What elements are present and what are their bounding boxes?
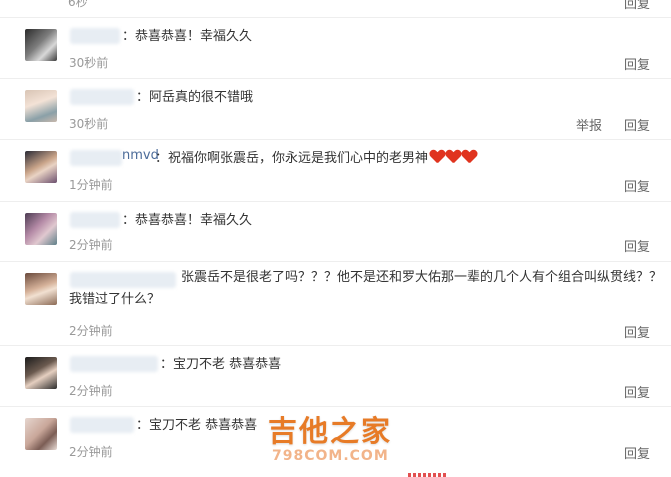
comment-text: ：祝福你啊张震岳，你永远是我们心中的老男神 <box>155 148 476 170</box>
comment-text: ：恭喜恭喜！幸福久久 <box>122 29 253 44</box>
comment-text: ：宝刀不老 恭喜恭喜 <box>160 357 282 372</box>
heart-icon <box>446 150 460 164</box>
comment-text: ：阿岳真的很不错哦 <box>136 90 254 105</box>
user-avatar[interactable] <box>25 90 57 122</box>
reply-button[interactable]: 回复 <box>624 382 650 401</box>
blurred-username[interactable] <box>70 28 120 44</box>
blurred-username[interactable] <box>70 150 122 166</box>
comment-time: 2分钟前 <box>69 384 113 398</box>
previous-comment-footer: 6秒 回复 <box>0 0 671 18</box>
user-avatar[interactable] <box>25 151 57 183</box>
user-avatar[interactable] <box>25 273 57 305</box>
comment-text: ：宝刀不老 恭喜恭喜 <box>136 418 258 433</box>
comment-item: 张震岳不是很老了吗？？？他不是还和罗大佑那一辈的几个人有个组合叫纵贯线？？我错过… <box>0 262 671 346</box>
blurred-username[interactable] <box>70 89 134 105</box>
report-button[interactable]: 举报 <box>576 115 602 134</box>
comment-item: ：恭喜恭喜！幸福久久 30秒前 回复 <box>0 18 671 79</box>
site-watermark: 吉他之家 798COM.COM <box>268 408 428 464</box>
comment-feed: 6秒 回复 ：恭喜恭喜！幸福久久 30秒前 回复 ：阿岳真的很不错哦 30秒前 … <box>0 0 671 477</box>
user-avatar[interactable] <box>25 357 57 389</box>
reply-button[interactable]: 回复 <box>624 322 650 341</box>
reply-button[interactable]: 回复 <box>624 115 650 134</box>
comment-time: 1分钟前 <box>69 178 113 192</box>
decorative-divider <box>408 473 448 477</box>
comment-time: 30秒前 <box>69 56 109 70</box>
reply-button[interactable]: 回复 <box>624 236 650 255</box>
comment-time: 6秒 <box>68 0 88 9</box>
comment-item: ：恭喜恭喜！幸福久久 2分钟前 回复 <box>0 202 671 262</box>
blurred-username[interactable] <box>70 356 158 372</box>
comment-text: 张震岳不是很老了吗？？？他不是还和罗大佑那一辈的几个人有个组合叫纵贯线？？我错过… <box>69 270 663 307</box>
user-avatar[interactable] <box>25 418 57 450</box>
comment-time: 2分钟前 <box>69 324 113 338</box>
watermark-name: 吉他之家 <box>268 414 393 448</box>
comment-time: 30秒前 <box>69 117 109 131</box>
watermark-url: 798COM.COM <box>272 448 389 464</box>
comment-time: 2分钟前 <box>69 445 113 459</box>
comment-text: ：恭喜恭喜！幸福久久 <box>122 213 253 228</box>
user-avatar[interactable] <box>25 29 57 61</box>
comment-username[interactable]: nmvd <box>122 148 159 163</box>
user-avatar[interactable] <box>25 213 57 245</box>
comment-time: 2分钟前 <box>69 238 113 252</box>
heart-icon <box>462 150 476 164</box>
reply-button[interactable]: 回复 <box>624 0 650 12</box>
blurred-username[interactable] <box>70 212 120 228</box>
comment-item: ：阿岳真的很不错哦 30秒前 举报 回复 <box>0 79 671 140</box>
reply-button[interactable]: 回复 <box>624 54 650 73</box>
heart-icon <box>430 150 444 164</box>
blurred-username[interactable] <box>70 417 134 433</box>
comment-item: ：宝刀不老 恭喜恭喜 2分钟前 回复 <box>0 346 671 407</box>
reply-button[interactable]: 回复 <box>624 176 650 195</box>
comment-item: nmvd ：祝福你啊张震岳，你永远是我们心中的老男神 1分钟前 回复 <box>0 140 671 202</box>
reply-button[interactable]: 回复 <box>624 443 650 462</box>
